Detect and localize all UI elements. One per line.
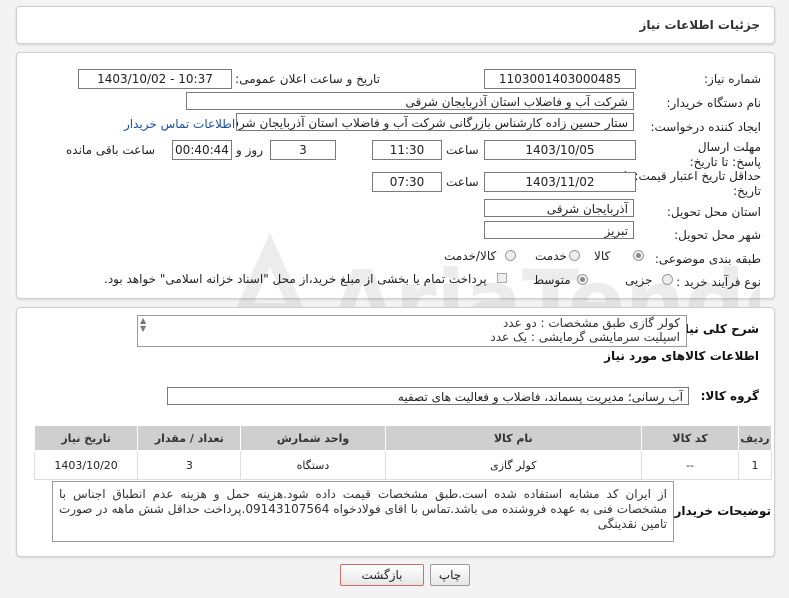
cell-row-number: 1 xyxy=(738,450,772,480)
process-radio-medium[interactable] xyxy=(577,274,588,285)
validity-time-label: ساعت xyxy=(446,175,479,189)
days-field[interactable]: 3 xyxy=(270,140,336,160)
scroll-arrows-icon[interactable]: ▲ ▼ xyxy=(140,317,146,333)
process-option-minor: جزیی xyxy=(625,273,653,287)
cell-need-date: 1403/10/20 xyxy=(33,450,139,480)
buyer-notes-field[interactable]: از ایران کد مشابه استفاده شده است.طبق مش… xyxy=(52,481,674,542)
cell-goods-name: کولر گازی xyxy=(384,450,643,480)
validity-time-field[interactable]: 07:30 xyxy=(372,172,442,192)
category-option-goods: کالا xyxy=(594,249,611,263)
deadline-label: مهلت ارسال پاسخ: تا تاریخ: xyxy=(689,140,761,169)
announce-label: تاریخ و ساعت اعلان عمومی: xyxy=(235,72,380,86)
description-line-2: اسپلیت سرمایشی گرمایشی : یک عدد xyxy=(490,330,680,344)
deadline-time-field[interactable]: 11:30 xyxy=(372,140,442,160)
cell-quantity: 3 xyxy=(137,450,242,480)
days-label: روز و xyxy=(236,143,263,157)
category-radio-service[interactable] xyxy=(569,250,580,261)
city-field[interactable]: تبریز xyxy=(484,221,634,239)
col-goods-name: نام کالا xyxy=(384,425,643,451)
deadline-date-field[interactable]: 1403/10/05 xyxy=(484,140,636,160)
announce-field[interactable]: 1403/10/02 - 10:37 xyxy=(78,69,232,89)
need-number-label: شماره نیاز: xyxy=(704,72,761,86)
description-textarea[interactable]: کولر گازی طبق مشخصات : دو عدد اسپلیت سرم… xyxy=(137,315,687,347)
requester-label: ایجاد کننده درخواست: xyxy=(650,120,761,134)
category-option-service: خدمت xyxy=(535,249,567,263)
need-number-field[interactable]: 1103001403000485 xyxy=(484,69,636,89)
goods-info-title: اطلاعات کالاهای مورد نیاز xyxy=(604,349,759,363)
col-quantity: تعداد / مقدار xyxy=(137,425,242,451)
col-unit: واحد شمارش xyxy=(240,425,386,451)
remaining-time-field[interactable]: 00:40:44 xyxy=(172,140,232,160)
col-row-number: ردیف xyxy=(738,425,772,451)
buyer-notes-label: توضیحات خریدار: xyxy=(669,504,771,518)
goods-group-label: گروه کالا: xyxy=(700,389,759,403)
process-label: نوع فرآیند خرید : xyxy=(676,275,761,289)
print-button[interactable]: چاپ xyxy=(430,564,470,586)
category-radio-goods[interactable] xyxy=(633,250,644,261)
page-title: جزئیات اطلاعات نیاز xyxy=(639,18,760,32)
treasury-payment-checkbox[interactable] xyxy=(497,273,507,283)
province-field[interactable]: آذربایجان شرقی xyxy=(484,199,634,217)
col-goods-code: کد کالا xyxy=(640,425,740,451)
deadline-time-label: ساعت xyxy=(446,143,479,157)
goods-group-field[interactable]: آب رسانی؛ مدیریت پسماند، فاضلاب و فعالیت… xyxy=(167,387,689,405)
category-option-goods-service: کالا/خدمت xyxy=(444,249,497,263)
cell-goods-code: -- xyxy=(640,450,740,480)
goods-table: ردیف کد کالا نام کالا واحد شمارش تعداد /… xyxy=(33,425,772,480)
requester-field[interactable]: ستار حسین زاده کارشناس بازرگانی شرکت آب … xyxy=(236,113,634,131)
province-label: استان محل تحویل: xyxy=(666,205,761,219)
category-radio-goods-service[interactable] xyxy=(505,250,516,261)
remaining-label: ساعت باقی مانده xyxy=(66,143,156,157)
category-label: طبقه بندی موضوعی: xyxy=(654,252,761,266)
table-row: 1 -- کولر گازی دستگاه 3 1403/10/20 xyxy=(33,450,772,480)
description-line-1: کولر گازی طبق مشخصات : دو عدد xyxy=(502,316,680,330)
cell-unit: دستگاه xyxy=(240,450,386,480)
city-label: شهر محل تحویل: xyxy=(674,228,761,242)
process-option-medium: متوسط xyxy=(533,273,571,287)
page-header: جزئیات اطلاعات نیاز xyxy=(16,6,775,44)
validity-date-field[interactable]: 1403/11/02 xyxy=(484,172,636,192)
treasury-payment-note: پرداخت تمام یا بخشی از مبلغ خرید،از محل … xyxy=(104,272,487,286)
process-radio-minor[interactable] xyxy=(662,274,673,285)
goods-table-header-row: ردیف کد کالا نام کالا واحد شمارش تعداد /… xyxy=(33,425,772,451)
buyer-org-field[interactable]: شرکت آب و فاضلاب استان آذربایجان شرقی xyxy=(186,92,634,110)
buyer-contact-link[interactable]: اطلاعات تماس خریدار xyxy=(124,117,235,131)
col-need-date: تاریخ نیاز xyxy=(33,425,139,451)
back-button[interactable]: بازگشت xyxy=(340,564,424,586)
buyer-org-label: نام دستگاه خریدار: xyxy=(666,96,762,110)
